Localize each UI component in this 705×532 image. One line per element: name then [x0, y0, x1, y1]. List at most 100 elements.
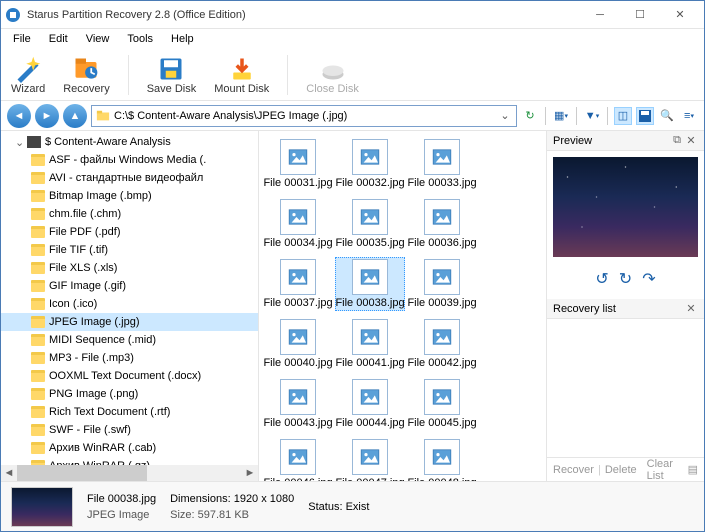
file-name: File 00042.jpg — [407, 357, 476, 369]
clear-list-button[interactable]: Clear List — [647, 458, 680, 482]
tree-item-label: MP3 - File (.mp3) — [49, 352, 134, 364]
menu-edit[interactable]: Edit — [41, 31, 76, 47]
close-button[interactable]: ✕ — [660, 1, 700, 28]
file-item[interactable]: File 00032.jpg — [335, 137, 405, 191]
toolbar-mountdisk-button[interactable]: Mount Disk — [214, 55, 269, 95]
image-icon — [280, 439, 316, 475]
status-dimensions: 1920 x 1080 — [234, 493, 295, 505]
recovery-list-close-icon[interactable]: ✕ — [684, 302, 698, 315]
folder-icon — [31, 280, 45, 292]
view-mode-icon[interactable]: ▦▾ — [552, 107, 570, 125]
tree-item[interactable]: Rich Text Document (.rtf) — [1, 403, 258, 421]
file-item[interactable]: File 00037.jpg — [263, 257, 333, 311]
tree-item-label: Rich Text Document (.rtf) — [49, 406, 170, 418]
savedisk-icon — [157, 55, 185, 83]
file-item[interactable]: File 00041.jpg — [335, 317, 405, 371]
menu-help[interactable]: Help — [163, 31, 202, 47]
file-item[interactable]: File 00039.jpg — [407, 257, 477, 311]
delete-button[interactable]: Delete — [605, 464, 637, 476]
rotate-right-icon[interactable]: ↷ — [642, 269, 655, 289]
filter-icon[interactable]: ▼▾ — [583, 107, 601, 125]
scroll-right-icon[interactable]: ► — [242, 465, 258, 481]
menu-view[interactable]: View — [78, 31, 118, 47]
file-item[interactable]: File 00043.jpg — [263, 377, 333, 431]
tree-item[interactable]: File PDF (.pdf) — [1, 223, 258, 241]
tree-item[interactable]: OOXML Text Document (.docx) — [1, 367, 258, 385]
maximize-button[interactable]: ☐ — [620, 1, 660, 28]
tree-item-label: ASF - файлы Windows Media (. — [49, 154, 206, 166]
file-item[interactable]: File 00044.jpg — [335, 377, 405, 431]
file-item[interactable]: File 00035.jpg — [335, 197, 405, 251]
file-name: File 00041.jpg — [335, 357, 404, 369]
file-item[interactable]: File 00031.jpg — [263, 137, 333, 191]
menu-tools[interactable]: Tools — [119, 31, 161, 47]
file-item[interactable]: File 00046.jpg — [263, 437, 333, 481]
toolbar-label: Wizard — [11, 83, 45, 95]
separator — [545, 107, 546, 125]
mountdisk-icon — [228, 55, 256, 83]
scroll-left-icon[interactable]: ◄ — [1, 465, 17, 481]
file-pane[interactable]: File 00031.jpgFile 00032.jpgFile 00033.j… — [259, 131, 546, 481]
file-item[interactable]: File 00038.jpg — [335, 257, 405, 311]
save-icon[interactable] — [636, 107, 654, 125]
tree-item[interactable]: MP3 - File (.mp3) — [1, 349, 258, 367]
menu-file[interactable]: File — [5, 31, 39, 47]
nav-forward-button[interactable]: ► — [35, 104, 59, 128]
scroll-thumb[interactable] — [17, 465, 147, 481]
tree-item[interactable]: ASF - файлы Windows Media (. — [1, 151, 258, 169]
folder-icon — [31, 442, 45, 454]
folder-icon — [31, 370, 45, 382]
tree-item[interactable]: Архив WinRAR (.cab) — [1, 439, 258, 457]
image-icon — [352, 379, 388, 415]
file-item[interactable]: File 00034.jpg — [263, 197, 333, 251]
folder-icon — [31, 208, 45, 220]
recover-button[interactable]: Recover — [553, 464, 594, 476]
nav-back-button[interactable]: ◄ — [7, 104, 31, 128]
tree-item-label: MIDI Sequence (.mid) — [49, 334, 156, 346]
tree-item[interactable]: File TIF (.tif) — [1, 241, 258, 259]
tree-item[interactable]: PNG Image (.png) — [1, 385, 258, 403]
tree-item[interactable]: Bitmap Image (.bmp) — [1, 187, 258, 205]
list-view-icon[interactable]: ▤ — [688, 463, 698, 476]
folder-icon — [31, 244, 45, 256]
options-icon[interactable]: ≡▾ — [680, 107, 698, 125]
toolbar-savedisk-button[interactable]: Save Disk — [147, 55, 197, 95]
tree-item[interactable]: JPEG Image (.jpg) — [1, 313, 258, 331]
file-item[interactable]: File 00048.jpg — [407, 437, 477, 481]
file-item[interactable]: File 00042.jpg — [407, 317, 477, 371]
minimize-button[interactable]: ─ — [580, 1, 620, 28]
tree-scrollbar[interactable]: ◄ ► — [1, 465, 258, 481]
search-icon[interactable]: 🔍 — [658, 107, 676, 125]
nav-up-button[interactable]: ▲ — [63, 104, 87, 128]
tree-item[interactable]: GIF Image (.gif) — [1, 277, 258, 295]
rotate-left-icon[interactable]: ↺ — [595, 269, 608, 289]
tree-item[interactable]: MIDI Sequence (.mid) — [1, 331, 258, 349]
file-item[interactable]: File 00033.jpg — [407, 137, 477, 191]
tree-root-label: $ Content-Aware Analysis — [45, 136, 171, 148]
preview-toggle-icon[interactable]: ◫ — [614, 107, 632, 125]
file-item[interactable]: File 00045.jpg — [407, 377, 477, 431]
tree-root[interactable]: ⌄ $ Content-Aware Analysis — [1, 133, 258, 151]
folder-icon — [31, 190, 45, 202]
file-item[interactable]: File 00036.jpg — [407, 197, 477, 251]
tree-item[interactable]: chm.file (.chm) — [1, 205, 258, 223]
file-name: File 00040.jpg — [263, 357, 332, 369]
file-item[interactable]: File 00047.jpg — [335, 437, 405, 481]
folder-tree[interactable]: ⌄ $ Content-Aware Analysis ASF - файлы Wi… — [1, 131, 259, 481]
tree-item[interactable]: AVI - стандартные видеофайл — [1, 169, 258, 187]
address-bar[interactable]: C:\$ Content-Aware Analysis\JPEG Image (… — [91, 105, 517, 127]
toolbar-recovery-button[interactable]: Recovery — [63, 55, 109, 95]
preview-close-icon[interactable]: ✕ — [684, 134, 698, 147]
address-dropdown[interactable]: ⌄ — [498, 109, 512, 122]
toolbar-wizard-button[interactable]: Wizard — [11, 55, 45, 95]
rotate-180-icon[interactable]: ↻ — [619, 269, 632, 289]
collapse-icon[interactable]: ⌄ — [15, 136, 27, 149]
tree-item[interactable]: File XLS (.xls) — [1, 259, 258, 277]
file-item[interactable]: File 00040.jpg — [263, 317, 333, 371]
image-icon — [280, 199, 316, 235]
tree-item[interactable]: SWF - File (.swf) — [1, 421, 258, 439]
preview-detach-icon[interactable]: ⧉ — [670, 134, 684, 147]
tree-item[interactable]: Icon (.ico) — [1, 295, 258, 313]
recovery-list-body[interactable] — [547, 319, 704, 457]
refresh-icon[interactable]: ↻ — [521, 107, 539, 125]
